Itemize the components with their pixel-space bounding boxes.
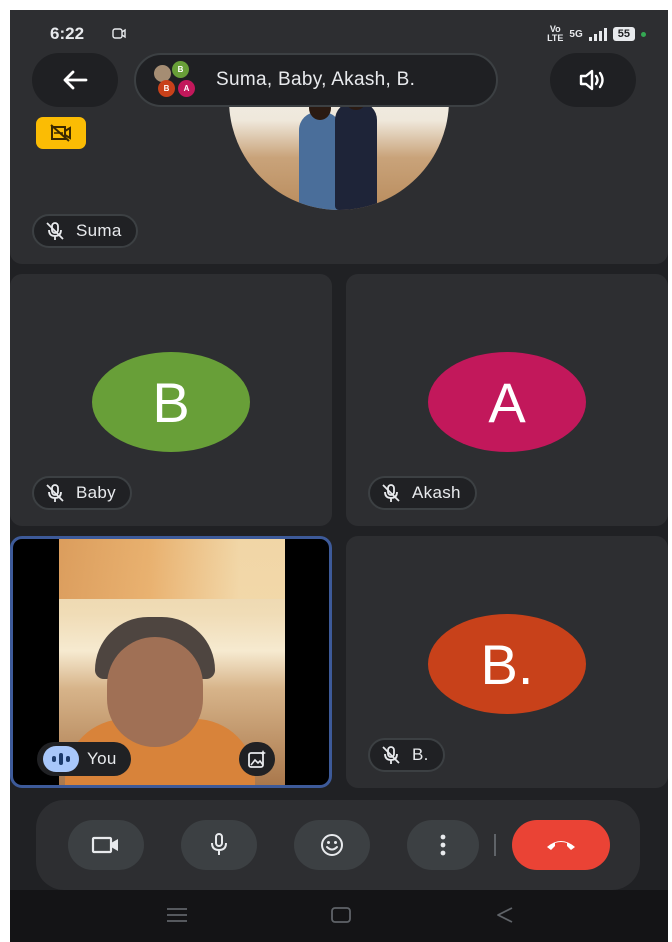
self-view-tile[interactable]: You xyxy=(10,536,332,788)
end-call-button[interactable] xyxy=(512,820,610,870)
home-icon[interactable] xyxy=(330,906,352,924)
volte-indicator: Vo LTE xyxy=(547,24,564,43)
audio-output-button[interactable] xyxy=(550,53,636,107)
signal-icon xyxy=(588,27,607,41)
speaker-icon xyxy=(579,69,604,91)
call-controls xyxy=(36,800,640,890)
participant-avatars: B B A xyxy=(150,60,206,100)
mic-off-icon xyxy=(46,484,64,502)
photo-person xyxy=(335,102,377,210)
name-chip-baby: Baby xyxy=(32,476,132,510)
avatar: B xyxy=(158,80,175,97)
back-arrow-icon xyxy=(63,70,88,90)
battery-level: 55 xyxy=(612,27,635,41)
more-vert-icon xyxy=(440,834,446,856)
video-off-icon xyxy=(36,117,86,149)
privacy-indicator xyxy=(641,31,646,37)
meet-call-screen: Suma 6:22 Vo LTE 5G 55 B B A Suma, Baby,… xyxy=(10,10,668,942)
participant-tile-b[interactable]: B. B. xyxy=(346,536,668,788)
avatar: B xyxy=(172,61,189,78)
mic-icon xyxy=(211,833,227,855)
effects-button[interactable] xyxy=(239,742,275,776)
avatar: B xyxy=(92,352,250,452)
participant-name: B. xyxy=(412,745,429,764)
participant-tile-akash[interactable]: A Akash xyxy=(346,274,668,526)
mic-off-icon xyxy=(382,484,400,502)
call-participants-pill[interactable]: B B A Suma, Baby, Akash, B. xyxy=(134,53,498,107)
talking-indicator-icon xyxy=(43,746,79,772)
screen-record-icon xyxy=(112,28,126,39)
participant-name: You xyxy=(87,749,117,768)
mic-toggle-button[interactable] xyxy=(181,820,257,870)
clock: 6:22 xyxy=(50,24,85,43)
camera-icon xyxy=(91,836,118,854)
name-chip-akash: Akash xyxy=(368,476,477,510)
participant-tile-baby[interactable]: B Baby xyxy=(10,274,332,526)
emoji-icon xyxy=(321,834,343,856)
system-indicators: Vo LTE 5G 55 xyxy=(547,25,646,43)
name-chip-suma: Suma xyxy=(32,214,138,248)
recents-icon[interactable] xyxy=(166,906,188,924)
effects-icon xyxy=(248,750,266,768)
avatar: B. xyxy=(428,614,586,714)
avatar: A xyxy=(178,80,195,97)
mic-off-icon xyxy=(382,746,400,764)
camera-toggle-button[interactable] xyxy=(68,820,144,870)
call-title: Suma, Baby, Akash, B. xyxy=(216,69,416,90)
avatar: A xyxy=(428,352,586,452)
system-navigation-bar xyxy=(10,890,668,942)
participant-name: Baby xyxy=(76,483,116,502)
back-icon[interactable] xyxy=(494,906,516,924)
name-chip-b: B. xyxy=(368,738,445,772)
network-type: 5G xyxy=(569,28,583,40)
reactions-button[interactable] xyxy=(294,820,370,870)
controls-divider xyxy=(494,834,496,856)
participant-name: Akash xyxy=(412,483,461,502)
participant-name: Suma xyxy=(76,221,122,240)
end-call-icon xyxy=(547,841,575,850)
more-options-button[interactable] xyxy=(407,820,479,870)
back-button[interactable] xyxy=(32,53,118,107)
mic-off-icon xyxy=(46,222,64,240)
name-chip-you: You xyxy=(37,742,131,776)
